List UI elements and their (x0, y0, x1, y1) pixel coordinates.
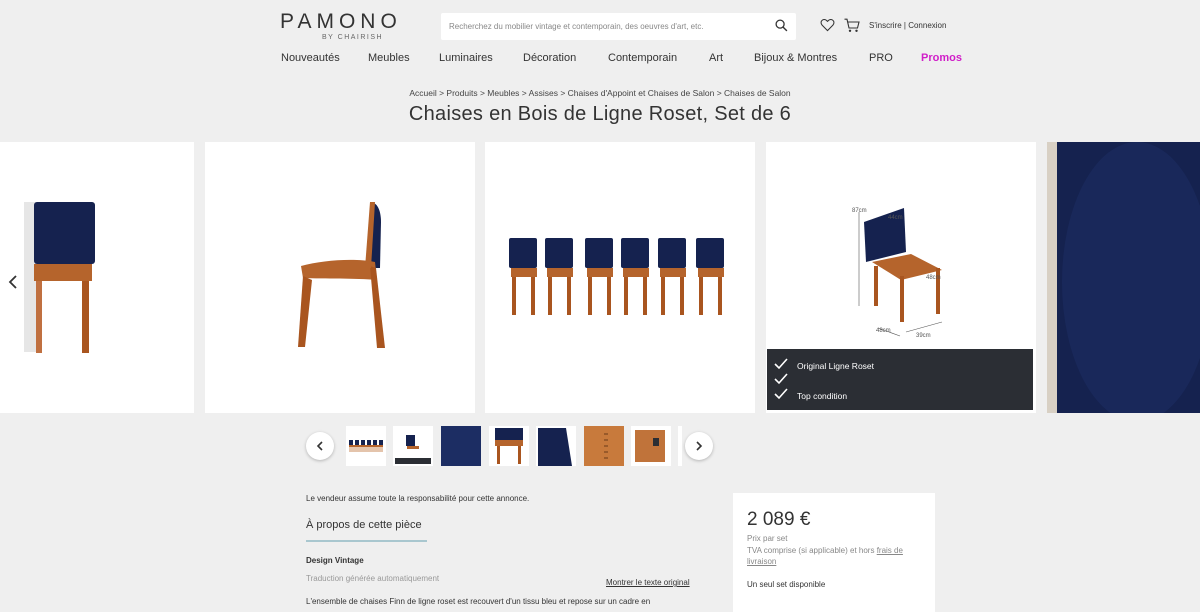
breadcrumb-seating[interactable]: Assises (529, 88, 558, 98)
breadcrumb-separator: > (519, 88, 529, 98)
logo-subtitle: BY CHAIRISH (322, 34, 384, 41)
thumbnail[interactable] (393, 426, 433, 466)
price-per-set: Prix par set (747, 534, 788, 543)
vat-text: TVA comprise (si applicable) et hors (747, 546, 877, 555)
search-bar (441, 13, 796, 40)
check-icon (774, 387, 788, 401)
price: 2 089 € (747, 509, 811, 530)
nav-art[interactable]: Art (709, 52, 723, 64)
nav-decoration[interactable]: Décoration (523, 52, 576, 64)
breadcrumb-side-chairs[interactable]: Chaises d'Appoint et Chaises de Salon (568, 88, 715, 98)
tab-underline (306, 540, 427, 542)
check-icon (774, 357, 788, 371)
search-icon[interactable] (775, 19, 790, 34)
gallery-prev-arrow[interactable] (8, 274, 18, 295)
breadcrumb-separator: > (477, 88, 488, 98)
thumbnail[interactable] (346, 426, 386, 466)
about-tab[interactable]: À propos de cette pièce (306, 519, 422, 531)
logo[interactable]: PAMONO BY CHAIRISH (280, 10, 420, 44)
dim-depth: 48cm (876, 328, 891, 334)
feature-overlay: Original Ligne Roset Top condition (767, 349, 1033, 410)
gallery-image[interactable] (205, 142, 475, 413)
breadcrumb-lounge-chairs[interactable]: Chaises de Salon (724, 88, 791, 98)
seller-note: Le vendeur assume toute la responsabilit… (306, 494, 530, 503)
feature-original: Original Ligne Roset (797, 361, 875, 371)
page-title: Chaises en Bois de Ligne Roset, Set de 6 (408, 103, 792, 125)
nav-pro[interactable]: PRO (869, 52, 893, 64)
description-text: L'ensemble de chaises Finn de ligne rose… (306, 597, 651, 606)
availability: Un seul set disponible (747, 580, 826, 589)
gallery-image[interactable] (1047, 142, 1200, 413)
dim-seat-width: 44cm (888, 215, 903, 221)
breadcrumb-home[interactable]: Accueil (409, 88, 436, 98)
cart-icon[interactable] (844, 18, 860, 34)
thumbnail[interactable] (536, 426, 576, 466)
nav-jewelry[interactable]: Bijoux & Montres (754, 52, 837, 64)
nav-contemporary[interactable]: Contemporain (608, 52, 677, 64)
dim-height: 87cm (852, 208, 867, 214)
auto-translation-note: Traduction générée automatiquement (306, 574, 440, 583)
breadcrumb-furniture[interactable]: Meubles (487, 88, 519, 98)
dim-seat-height: 48cm (926, 275, 941, 281)
nav-new[interactable]: Nouveautés (281, 52, 340, 64)
breadcrumb-separator: > (714, 88, 725, 98)
nav-lighting[interactable]: Luminaires (439, 52, 493, 64)
breadcrumb-products[interactable]: Produits (446, 88, 477, 98)
logo-text: PAMONO (280, 10, 402, 33)
search-input[interactable] (441, 13, 761, 40)
breadcrumb-separator: > (557, 88, 568, 98)
thumbnail[interactable] (631, 426, 671, 466)
thumbnail-strip (0, 426, 1200, 466)
header: PAMONO BY CHAIRISH S'inscrire | Connexio… (0, 0, 1200, 78)
thumbnail[interactable] (584, 426, 624, 466)
signup-link[interactable]: S'inscrire (869, 21, 902, 30)
thumbnail[interactable] (489, 426, 529, 466)
dim-width: 39cm (916, 333, 931, 339)
nav-furniture[interactable]: Meubles (368, 52, 410, 64)
price-box: 2 089 € Prix par set TVA comprise (si ap… (733, 493, 935, 612)
gallery-image[interactable] (485, 142, 755, 413)
vat-note: TVA comprise (si applicable) et hors fra… (747, 545, 927, 567)
gallery-image[interactable] (0, 142, 194, 413)
thumbnail[interactable] (678, 426, 682, 466)
design-label: Design Vintage (306, 556, 364, 565)
thumb-next-button[interactable] (685, 432, 713, 460)
thumbnail[interactable] (441, 426, 481, 466)
thumb-prev-button[interactable] (306, 432, 334, 460)
heart-icon[interactable] (820, 18, 836, 34)
breadcrumb: Accueil > Produits > Meubles > Assises >… (0, 88, 1200, 98)
show-original-link[interactable]: Montrer le texte original (606, 578, 690, 587)
nav-promos[interactable]: Promos (921, 52, 962, 64)
breadcrumb-separator: > (436, 88, 447, 98)
auth-links: S'inscrire | Connexion (869, 21, 946, 30)
check-icon (774, 372, 788, 386)
login-link[interactable]: Connexion (908, 21, 946, 30)
feature-condition: Top condition (797, 391, 848, 401)
main-nav: Nouveautés Meubles Luminaires Décoration… (0, 52, 1200, 66)
